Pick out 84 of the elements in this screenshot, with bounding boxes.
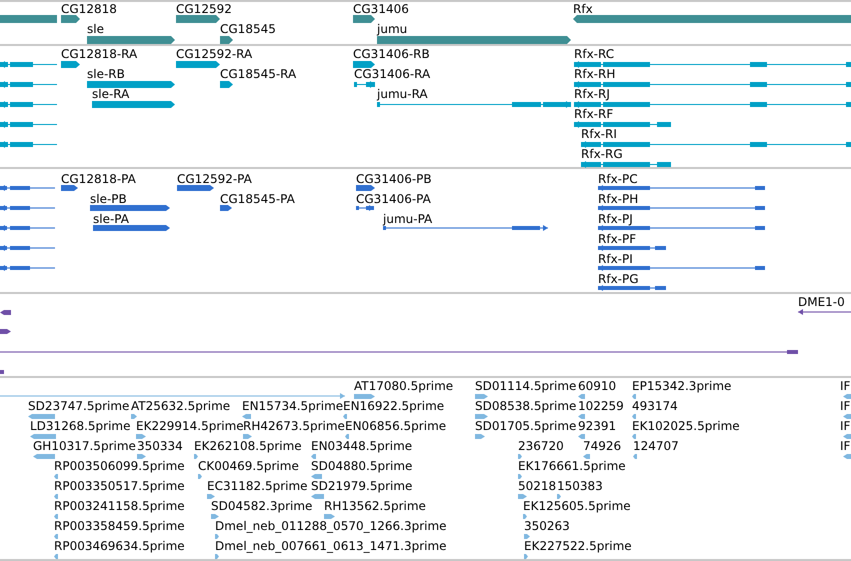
- feature-label: RP003506099.5prime: [54, 459, 185, 473]
- feature-label: CG18545-RA: [220, 67, 296, 81]
- feature-label: Rfx-PC: [598, 172, 638, 186]
- feature-label: CG12818: [61, 2, 117, 16]
- feature-label: 50218: [518, 479, 556, 493]
- feature-label: RP003358459.5prime: [54, 519, 185, 533]
- feature-label: sle-RB: [87, 67, 125, 81]
- feature-label: IF: [840, 419, 850, 433]
- feature-label: sle-PB: [90, 192, 127, 206]
- feature-label: EK229914.5prime: [136, 419, 244, 433]
- feature-label: 150383: [557, 479, 603, 493]
- feature-label: Rfx-RI: [581, 127, 617, 141]
- feature-label: IF: [840, 379, 850, 393]
- feature-label: CG12818-PA: [61, 172, 136, 186]
- feature-label: SD01114.5prime: [475, 379, 576, 393]
- feature-label: Rfx-RG: [581, 147, 623, 161]
- feature-label: EK102025.5prime: [632, 419, 740, 433]
- feature-label: CG12592: [176, 2, 232, 16]
- feature-label: DME1-0: [798, 295, 845, 309]
- feature-label: AT17080.5prime: [354, 379, 454, 393]
- feature-label: CG18545: [220, 22, 276, 36]
- feature-label: Rfx-PG: [598, 272, 639, 286]
- feature-label: Rfx-PH: [598, 192, 638, 206]
- feature-label: SD01705.5prime: [475, 419, 576, 433]
- feature-label: Rfx-RH: [574, 67, 616, 81]
- feature-label: RP003469634.5prime: [54, 539, 185, 553]
- feature-label: RP003350517.5prime: [54, 479, 185, 493]
- feature-label: LD31268.5prime: [30, 419, 131, 433]
- feature-label: CG12818-RA: [61, 47, 138, 61]
- feature-label: 493174: [632, 399, 678, 413]
- feature-label: EK262108.5prime: [194, 439, 302, 453]
- feature-label: 60910: [578, 379, 616, 393]
- feature-label: Dmel_neb_007661_0613_1471.3prime: [215, 539, 447, 553]
- feature-label: sle-PA: [93, 212, 129, 226]
- feature-label: SD23747.5prime: [28, 399, 130, 413]
- feature-label: CG18545-PA: [220, 192, 295, 206]
- feature-label: jumu: [377, 22, 408, 36]
- feature-label: SD04582.3prime: [211, 499, 312, 513]
- feature-label: 236720: [518, 439, 564, 453]
- feature-label: 74926: [583, 439, 622, 453]
- feature-label: EN06856.5prime: [345, 419, 446, 433]
- feature-label: Rfx-RJ: [574, 87, 610, 101]
- feature-label: sle: [87, 22, 104, 36]
- feature-label: Rfx-PI: [598, 252, 633, 266]
- feature-label: Rfx-RF: [574, 107, 614, 121]
- feature-label: Dmel_neb_011288_0570_1266.3prime: [215, 519, 447, 533]
- feature-label: AT25632.5prime: [131, 399, 230, 413]
- feature-label: Rfx-PJ: [598, 212, 633, 226]
- feature-label: 124707: [633, 439, 679, 453]
- feature-label: CG31406-PB: [356, 172, 432, 186]
- feature-label: EN15734.5prime: [242, 399, 344, 413]
- feature-label: 350263: [524, 519, 570, 533]
- feature-label: IF: [840, 399, 850, 413]
- feature-label: EN16922.5prime: [343, 399, 444, 413]
- feature-label: 102259: [578, 399, 624, 413]
- feature-label: EN03448.5prime: [311, 439, 412, 453]
- feature-label: sle-RA: [92, 87, 130, 101]
- feature-label: Rfx-PF: [598, 232, 636, 246]
- feature-label: SD04880.5prime: [311, 459, 412, 473]
- feature-label: EC31182.5prime: [207, 479, 308, 493]
- feature-label: CG31406-RA: [354, 67, 430, 81]
- feature-label: CG31406-RB: [353, 47, 430, 61]
- feature-label: CG31406: [353, 2, 409, 16]
- feature-label: EK227522.5prime: [524, 539, 632, 553]
- feature-label: CG12592-PA: [177, 172, 252, 186]
- feature-label: RH42673.5prime: [243, 419, 345, 433]
- feature-label: GH10317.5prime: [33, 439, 136, 453]
- feature-label: EK176661.5prime: [518, 459, 626, 473]
- feature-label: CG31406-PA: [356, 192, 431, 206]
- feature-label: CK00469.5prime: [198, 459, 299, 473]
- feature-label: RP003241158.5prime: [54, 499, 185, 513]
- feature-label: RH13562.5prime: [324, 499, 426, 513]
- feature-label: SD08538.5prime: [475, 399, 576, 413]
- feature-label: EP15342.3prime: [632, 379, 732, 393]
- feature-label: Rfx: [573, 2, 593, 16]
- feature-label: CG12592-RA: [176, 47, 252, 61]
- feature-label: 92391: [578, 419, 616, 433]
- feature-label: Rfx-RC: [574, 47, 614, 61]
- feature-label: jumu-PA: [383, 212, 432, 226]
- feature-label: jumu-RA: [377, 87, 428, 101]
- feature-label: IF: [840, 439, 850, 453]
- feature-label: EK125605.5prime: [523, 499, 631, 513]
- feature-label: SD21979.5prime: [311, 479, 412, 493]
- feature-label: 350334: [137, 439, 183, 453]
